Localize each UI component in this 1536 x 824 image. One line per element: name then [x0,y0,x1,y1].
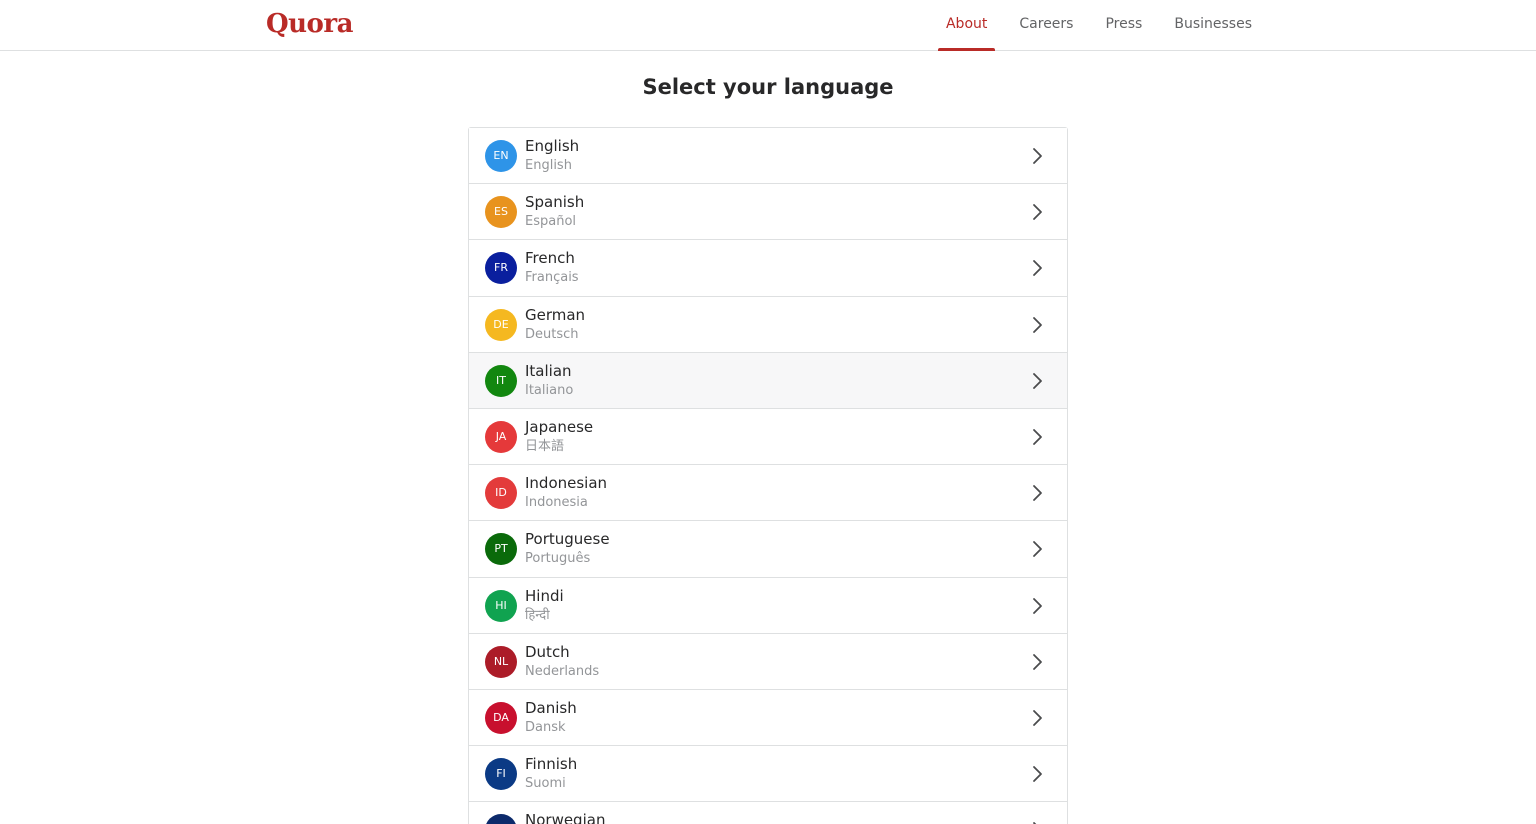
language-native-name: Français [525,270,579,286]
language-row-norwegian[interactable]: NONorwegianNorsk [469,802,1067,824]
language-native-name: Suomi [525,776,566,792]
language-code-badge: ID [485,477,517,510]
language-native-name: Indonesia [525,495,588,511]
nav-careers[interactable]: Careers [1003,0,1089,50]
language-name: Indonesian [525,474,608,493]
language-code-badge: ES [485,196,517,229]
nav-press[interactable]: Press [1089,0,1158,50]
language-code-badge: PT [485,533,517,566]
language-code-badge: FR [485,252,517,285]
language-row-danish[interactable]: DA Danish Dansk [469,689,1067,747]
language-name: Italian [525,361,572,380]
language-native-name: English [525,158,572,173]
language-native-name: Nederlands [525,663,600,679]
language-native-name: Dansk [525,719,566,735]
language-name: Spanish [525,193,585,212]
language-name: French [525,249,575,268]
language-name: English [525,137,580,155]
chevron-right-icon [1033,148,1042,164]
language-code-badge: NL [485,645,517,678]
chevron-right-icon [1033,822,1037,824]
language-name: Portuguese [525,530,610,549]
language-row-german[interactable]: DE German Deutsch [469,296,1067,353]
language-row-indonesian[interactable]: ID Indonesian Indonesia [469,465,1067,522]
top-bar: Quora About Careers Press Businesses [0,0,1536,51]
chevron-right-icon [1033,204,1042,221]
chevron-right-icon [1033,709,1042,726]
language-code-badge: NO [485,814,517,824]
language-list: EN English English ES Spanish Español FR French… [468,127,1068,824]
chevron-right-icon [1033,597,1042,614]
language-name: Finnish [525,755,578,774]
language-row-english[interactable]: EN English English [469,128,1067,185]
language-row-hindi[interactable]: HI Hindi हिन्दी [469,577,1067,634]
chevron-right-icon [1033,541,1042,558]
nav-about[interactable]: About [930,0,1003,51]
language-name: Japanese [525,417,594,436]
language-name: Norwegian [525,811,606,824]
language-row-italian[interactable]: IT Italian Italiano [469,352,1067,409]
nav-businesses[interactable]: Businesses [1158,0,1268,50]
language-native-name: Español [525,214,577,230]
language-row-french[interactable]: FR French Français [469,240,1067,297]
language-name: Hindi [525,586,564,605]
language-code-badge: IT [485,364,517,397]
language-code-badge: DA [485,701,517,734]
language-row-finnish[interactable]: FI Finnish Suomi [469,746,1067,803]
language-native-name: Deutsch [525,326,579,342]
language-code-badge: HI [485,589,517,622]
language-row-dutch[interactable]: NL Dutch Nederlands [469,633,1067,690]
language-code-badge: JA [485,420,517,453]
chevron-right-icon [1033,429,1042,445]
language-code-badge: DE [485,308,517,341]
chevron-right-icon [1033,485,1042,502]
chevron-right-icon [1033,372,1042,389]
language-native-name: Italiano [525,382,574,398]
language-code-badge: EN [485,140,517,172]
page-title: Select your language [642,75,894,99]
top-nav: About Careers Press Businesses [930,0,1268,51]
language-name: Dutch [525,642,570,661]
quora-logo[interactable]: Quora [266,8,353,40]
language-native-name: Português [525,551,591,567]
language-native-name: 日本語 [525,438,565,454]
language-name: German [525,305,586,324]
language-code-badge: FI [485,758,517,791]
language-row-japanese[interactable]: JA Japanese 日本語 [469,408,1067,466]
language-name: Danish [525,698,577,717]
chevron-right-icon [1033,766,1042,782]
language-row-portuguese[interactable]: PT Portuguese Português [469,521,1067,578]
language-native-name: हिन्दी [525,607,550,623]
chevron-right-icon [1033,653,1042,670]
language-row-spanish[interactable]: ES Spanish Español [469,184,1067,241]
chevron-right-icon [1033,316,1042,333]
chevron-right-icon [1033,260,1042,277]
